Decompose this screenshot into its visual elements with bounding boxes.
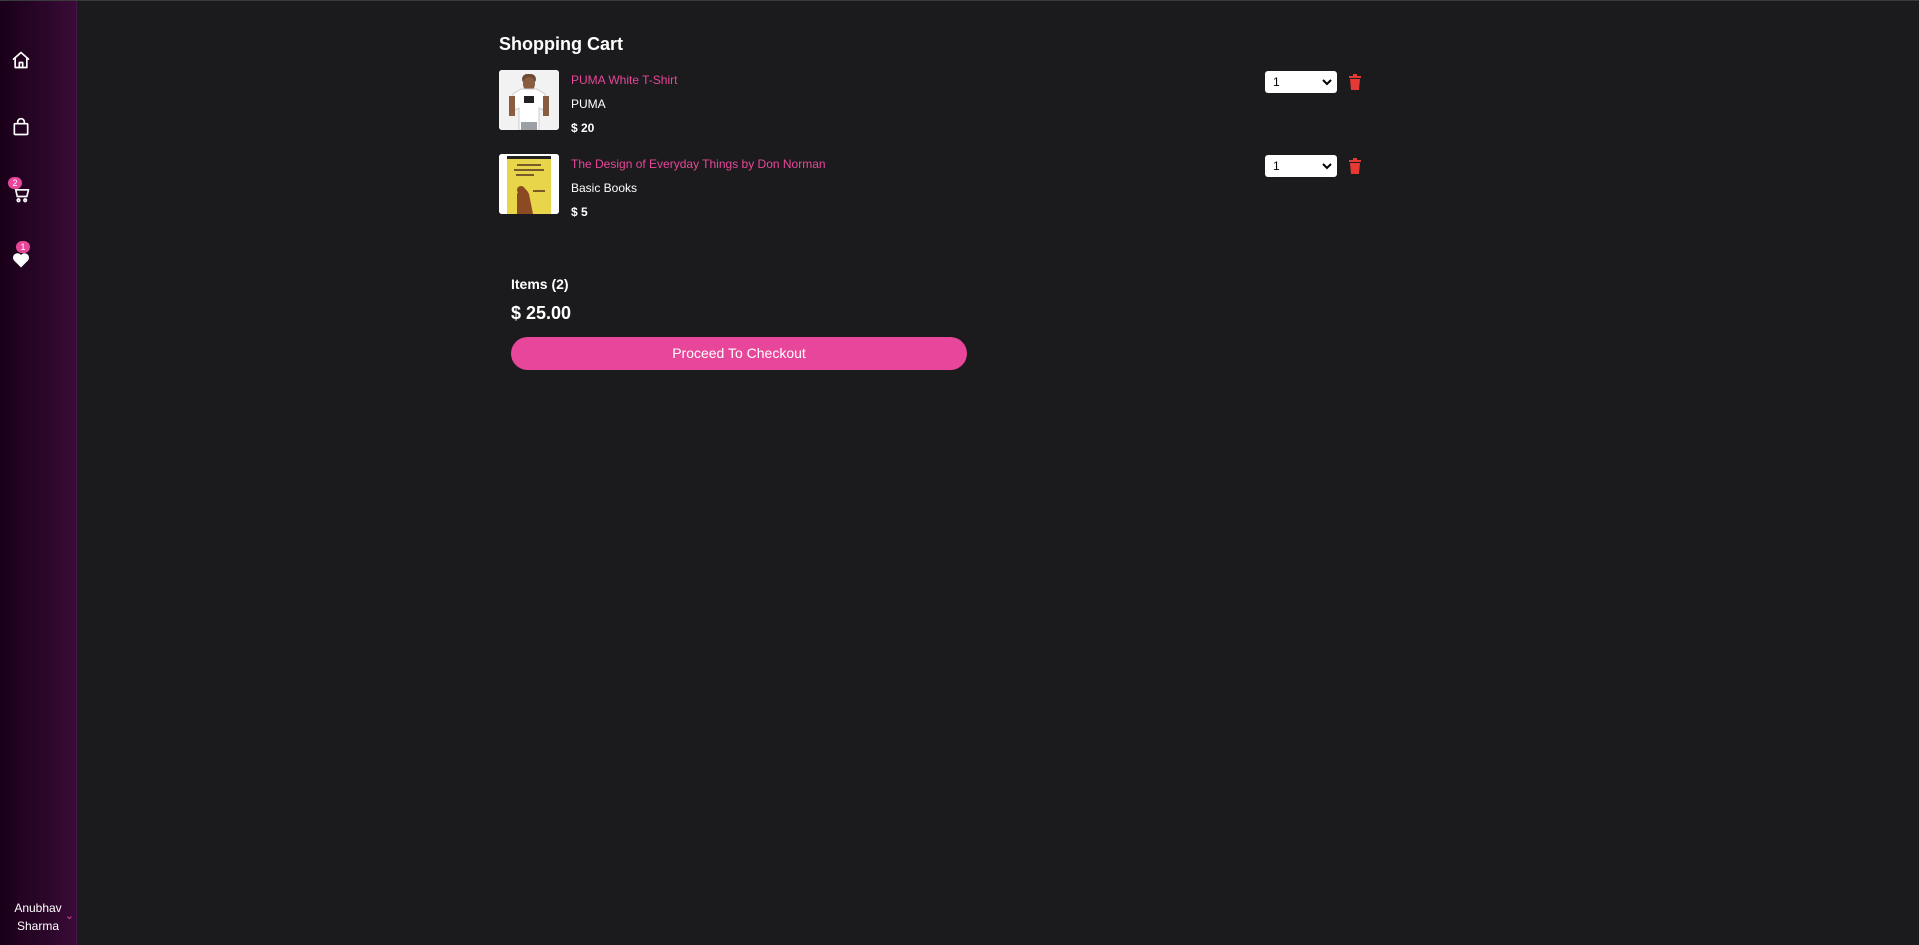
proceed-to-checkout-button[interactable]: Proceed To Checkout: [511, 337, 967, 370]
cart-item: PUMA White T-Shirt PUMA $ 20 1: [499, 70, 1379, 140]
top-divider: [0, 0, 1919, 1]
delete-icon[interactable]: [1348, 74, 1362, 90]
product-name-link[interactable]: The Design of Everyday Things by Don Nor…: [571, 157, 826, 171]
cart-count-badge: 2: [8, 177, 22, 189]
product-image-book[interactable]: [499, 154, 559, 214]
sidebar-item-cart[interactable]: 2: [8, 177, 32, 205]
cart-total: $ 25.00: [511, 303, 572, 323]
cart-item: The Design of Everyday Things by Don Nor…: [499, 154, 1379, 224]
product-price: $ 20: [571, 121, 595, 135]
sidebar-item-shop[interactable]: [10, 116, 32, 138]
items-count: Items (2): [511, 276, 569, 292]
quantity-value: 1: [1273, 75, 1280, 89]
chevron-down-icon[interactable]: ⌄: [65, 907, 74, 925]
product-brand: Basic Books: [571, 181, 638, 195]
product-image-tshirt[interactable]: [499, 70, 559, 130]
user-menu[interactable]: Anubhav Sharma ⌄: [0, 899, 76, 935]
product-brand: PUMA: [571, 97, 606, 111]
product-name-link[interactable]: PUMA White T-Shirt: [571, 73, 677, 87]
product-price: $ 5: [571, 205, 588, 219]
wishlist-count-badge: 1: [16, 241, 30, 253]
page-title: Shopping Cart: [499, 34, 623, 54]
quantity-value: 1: [1273, 159, 1280, 173]
sidebar-item-home[interactable]: [10, 49, 32, 71]
chevron-down-icon: [1322, 79, 1332, 86]
sidebar-item-wishlist[interactable]: 1: [10, 241, 32, 271]
sidebar: 2 1 Anubhav Sharma ⌄: [0, 1, 77, 945]
delete-icon[interactable]: [1348, 158, 1362, 174]
shopping-bag-icon: [13, 117, 29, 136]
quantity-select[interactable]: 1: [1265, 71, 1337, 93]
quantity-select[interactable]: 1: [1265, 155, 1337, 177]
chevron-down-icon: [1322, 163, 1332, 170]
home-icon: [12, 51, 30, 69]
heart-icon: [12, 253, 30, 268]
